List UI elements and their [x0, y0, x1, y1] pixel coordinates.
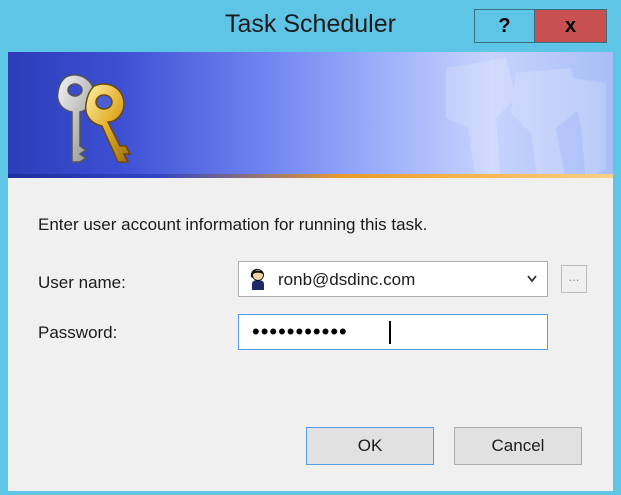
user-avatar-icon	[250, 268, 264, 290]
user-name-combobox[interactable]: ronb@dsdinc.com	[238, 261, 548, 297]
help-button[interactable]: ?	[474, 9, 534, 43]
password-label: Password:	[38, 323, 118, 342]
password-masked-value: •••••••••••	[252, 319, 348, 344]
instruction-text: Enter user account information for runni…	[38, 215, 428, 234]
chevron-down-icon[interactable]	[527, 275, 537, 283]
user-name-label: User name:	[38, 273, 126, 292]
keys-icon	[56, 74, 132, 163]
cancel-button[interactable]: Cancel	[454, 427, 582, 465]
banner-divider	[8, 174, 613, 178]
title-bar[interactable]: Task Scheduler ? x	[0, 0, 621, 52]
user-name-value: ronb@dsdinc.com	[278, 270, 416, 289]
text-caret	[389, 321, 391, 344]
keys-watermark-icon	[446, 58, 606, 174]
dialog-window: Task Scheduler ? x Enter user account in…	[0, 0, 621, 495]
ok-button[interactable]: OK	[306, 427, 434, 465]
password-field[interactable]: •••••••••••	[238, 314, 548, 350]
dialog-body: Enter user account information for runni…	[8, 52, 613, 491]
close-button[interactable]: x	[534, 9, 607, 43]
header-banner	[8, 52, 613, 174]
browse-users-button[interactable]: ...	[561, 265, 587, 293]
